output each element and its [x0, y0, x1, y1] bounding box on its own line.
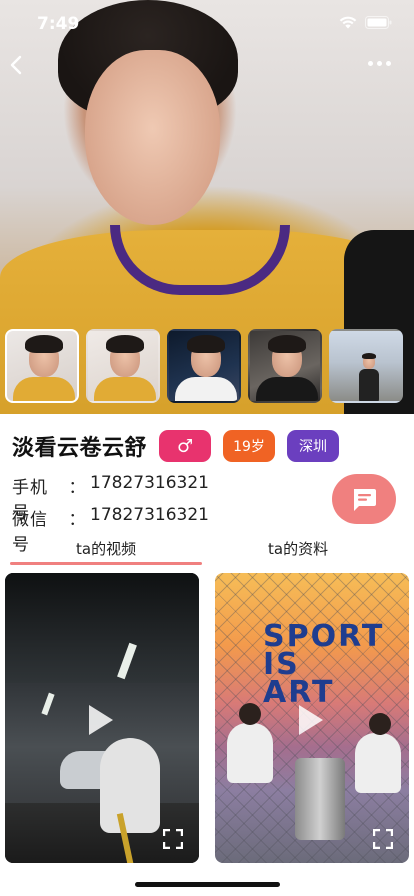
status-icons — [339, 16, 392, 29]
battery-icon — [365, 16, 392, 29]
status-time: 7:49 — [37, 14, 80, 34]
hero-face — [85, 50, 220, 225]
profile-name: 淡看云卷云舒 — [12, 436, 148, 461]
status-bar: 7:49 — [0, 0, 414, 44]
fullscreen-icon[interactable] — [163, 829, 183, 849]
profile-tabs: ta的视频 ta的资料 — [0, 534, 414, 565]
photo-thumbnail[interactable] — [86, 329, 160, 403]
photo-thumbnail[interactable] — [5, 329, 79, 403]
name-row: 淡看云卷云舒 ♂ 19岁 深圳 — [12, 430, 340, 462]
home-indicator — [135, 882, 280, 887]
photo-thumbnail-strip — [5, 329, 409, 403]
play-icon[interactable] — [299, 705, 323, 735]
photo-thumbnail[interactable] — [248, 329, 322, 403]
photo-thumbnail[interactable] — [167, 329, 241, 403]
age-tag: 19岁 — [223, 430, 276, 462]
play-icon[interactable] — [89, 705, 113, 735]
photo-thumbnail[interactable] — [329, 329, 403, 403]
chat-button[interactable] — [332, 474, 396, 524]
tab-videos[interactable]: ta的视频 — [76, 538, 136, 559]
more-button[interactable] — [368, 56, 392, 70]
back-button[interactable] — [6, 54, 28, 76]
male-icon: ♂ — [176, 435, 194, 457]
wifi-icon — [339, 16, 357, 29]
city-tag: 深圳 — [287, 430, 340, 462]
video-overlay-text: SPORT IS ART — [263, 619, 385, 710]
chevron-left-icon — [10, 55, 22, 75]
fullscreen-icon[interactable] — [373, 829, 393, 849]
tab-profile-info[interactable]: ta的资料 — [268, 538, 328, 559]
video-card[interactable]: SPORT IS ART — [215, 573, 409, 863]
gender-tag: ♂ — [159, 430, 212, 462]
chat-bubble-icon — [354, 489, 376, 511]
active-tab-indicator — [10, 562, 202, 565]
more-horizontal-icon — [368, 60, 373, 66]
video-card[interactable] — [5, 573, 199, 863]
